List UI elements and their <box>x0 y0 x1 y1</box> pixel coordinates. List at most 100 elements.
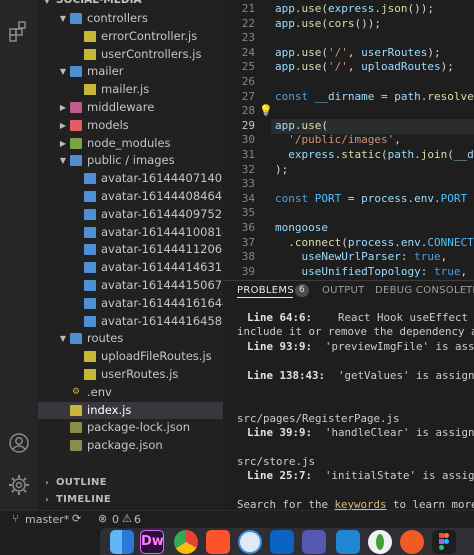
tree-folder[interactable]: ▼ mailer <box>38 63 223 81</box>
chevron-down-icon[interactable]: ▼ <box>58 63 68 81</box>
problem-location[interactable]: Line 93:9: <box>247 340 312 353</box>
js-file-icon <box>84 30 96 42</box>
problem-location[interactable]: Line 39:9: <box>247 426 312 439</box>
extensions-icon[interactable] <box>8 20 30 42</box>
warning-count[interactable]: 6 <box>134 513 141 526</box>
tree-file[interactable]: avatar-1614441120608.... <box>38 241 223 259</box>
line-number: 31 <box>241 148 255 161</box>
problem-line: Line 25:7: 'initialState' is assigned <box>247 469 474 482</box>
chevron-down-icon[interactable]: ▼ <box>58 152 68 170</box>
finder-icon[interactable] <box>110 530 134 554</box>
tree-file[interactable]: userRoutes.js <box>38 366 223 384</box>
image-file-icon <box>84 226 96 238</box>
vscode-icon[interactable] <box>336 530 360 554</box>
code-line: app.use('/', uploadRoutes); <box>275 60 454 74</box>
tab-problems[interactable]: PROBLEMS <box>237 285 294 296</box>
problem-line: include it or remove the dependency arra <box>237 325 474 338</box>
lightbulb-icon[interactable]: 💡 <box>259 104 273 117</box>
chevron-right-icon[interactable]: ▶ <box>58 99 68 117</box>
line-number: 29 <box>241 118 255 132</box>
tree-folder[interactable]: ▶ middleware <box>38 99 223 117</box>
chrome-icon[interactable] <box>174 530 198 554</box>
tree-file[interactable]: package.json <box>38 437 223 455</box>
tree-file[interactable]: avatar-1614441463196.... <box>38 259 223 277</box>
tree-file[interactable]: avatar-1614440975286.... <box>38 206 223 224</box>
code-line: express.static(path.join(__dirna <box>288 148 474 161</box>
problem-location[interactable]: Line 138:43: <box>247 369 325 382</box>
chevron-right-icon[interactable]: ▶ <box>58 135 68 153</box>
tree-folder[interactable]: ▼ controllers <box>38 10 223 28</box>
chevron-down-icon[interactable]: ▼ <box>58 10 68 28</box>
tree-file[interactable]: ⚙ .env <box>38 384 223 402</box>
code-line: app.use('/', userRoutes); <box>275 45 441 59</box>
code-line: .connect(process.env.CONNECTION_ <box>275 235 474 249</box>
folder-icon <box>70 119 82 131</box>
tab-debug-console[interactable]: DEBUG CONSOLE <box>375 285 466 296</box>
account-icon[interactable] <box>8 432 30 454</box>
explorer-root[interactable]: ▼ SOCIAL-MEDIA <box>38 0 223 10</box>
chevron-right-icon[interactable]: ▶ <box>58 117 68 135</box>
tab-output[interactable]: OUTPUT <box>322 285 365 296</box>
tree-file[interactable]: avatar-1614441506774.... <box>38 277 223 295</box>
tree-file[interactable]: uploadFileRoutes.js <box>38 348 223 366</box>
tab-terminal[interactable]: TE <box>466 285 474 296</box>
problem-line: Line 93:9: 'previewImgFile' is assig <box>247 340 474 353</box>
js-file-icon <box>84 351 96 363</box>
tree-file[interactable]: avatar-1614441645898.... <box>38 313 223 331</box>
line-number: 24 <box>241 45 255 59</box>
tree-file[interactable]: errorController.js <box>38 28 223 46</box>
figma-icon[interactable] <box>432 530 456 554</box>
problem-text: src/pages/RegisterPage.js <box>237 411 400 425</box>
problems-panel: PROBLEMS 6 OUTPUT DEBUG CONSOLE TE Line … <box>223 280 474 510</box>
tree-folder[interactable]: ▼ public / images <box>38 152 223 170</box>
keywords-link[interactable]: keywords <box>335 498 387 510</box>
sync-icon[interactable]: ⟳ <box>72 512 81 525</box>
folder-icon <box>70 102 82 113</box>
json-file-icon <box>70 422 82 434</box>
folder-icon <box>70 66 82 78</box>
tree-item-label: .env <box>87 384 112 399</box>
tree-folder[interactable]: ▶ models <box>38 117 223 135</box>
tree-item-label: routes <box>87 331 124 346</box>
error-icon[interactable]: ⊗ <box>98 512 107 525</box>
warning-icon[interactable]: ⚠ <box>122 512 132 525</box>
tree-file[interactable]: avatar-1614441008140.... <box>38 224 223 242</box>
timeline-section[interactable]: › TIMELINE <box>38 491 223 508</box>
mongodb-icon[interactable] <box>368 530 392 554</box>
tree-item-label: avatar-1614441120608.... <box>101 242 223 257</box>
problem-text: 'initialState' is assigned <box>325 469 474 483</box>
tree-item-label: avatar-1614441463196.... <box>101 260 223 275</box>
tree-item-label: avatar-1614441645898.... <box>101 313 223 328</box>
problem-location[interactable]: Line 64:6: <box>247 311 312 324</box>
dreamweaver-icon[interactable]: Dw <box>140 530 164 554</box>
tree-file[interactable]: index.js <box>38 401 223 420</box>
branch-name[interactable]: master* <box>25 513 69 526</box>
tree-file[interactable]: userControllers.js <box>38 46 223 64</box>
tree-folder[interactable]: ▼ routes <box>38 330 223 348</box>
problem-text: React Hook useEffect has <box>338 311 469 324</box>
brave-icon[interactable] <box>206 530 230 554</box>
search-tail-text: to learn more abo <box>393 498 474 510</box>
outlook-icon[interactable] <box>270 530 294 554</box>
branch-icon[interactable]: ⑂ <box>12 512 19 525</box>
teams-icon[interactable] <box>302 530 326 554</box>
tree-file[interactable]: avatar-1614441616447.j... <box>38 295 223 313</box>
problem-location[interactable]: Line 25:7: <box>247 469 312 482</box>
settings-gear-icon[interactable] <box>8 474 30 496</box>
line-number: 25 <box>241 60 255 74</box>
tree-folder[interactable]: ▶ node_modules <box>38 135 223 153</box>
tree-file[interactable]: avatar-1614440714057.j... <box>38 170 223 188</box>
outline-section[interactable]: › OUTLINE <box>38 474 223 491</box>
tree-item-label: avatar-1614440975286.... <box>101 206 223 221</box>
line-number: 30 <box>241 133 255 147</box>
tree-file[interactable]: avatar-1614440846479.... <box>38 188 223 206</box>
chevron-down-icon[interactable]: ▼ <box>58 330 68 348</box>
error-count[interactable]: 0 <box>112 513 119 526</box>
code-editor[interactable]: 21 app.use(express.json()); 22 app.use(cors… <box>223 0 474 280</box>
tree-file[interactable]: mailer.js <box>38 81 223 99</box>
postman-icon[interactable] <box>400 530 424 554</box>
code-line: const PORT = process.env.PORT || 5 <box>275 191 474 205</box>
code-line: app.use(cors()); <box>275 16 381 30</box>
safari-icon[interactable] <box>238 530 262 554</box>
tree-file[interactable]: package-lock.json <box>38 419 223 437</box>
